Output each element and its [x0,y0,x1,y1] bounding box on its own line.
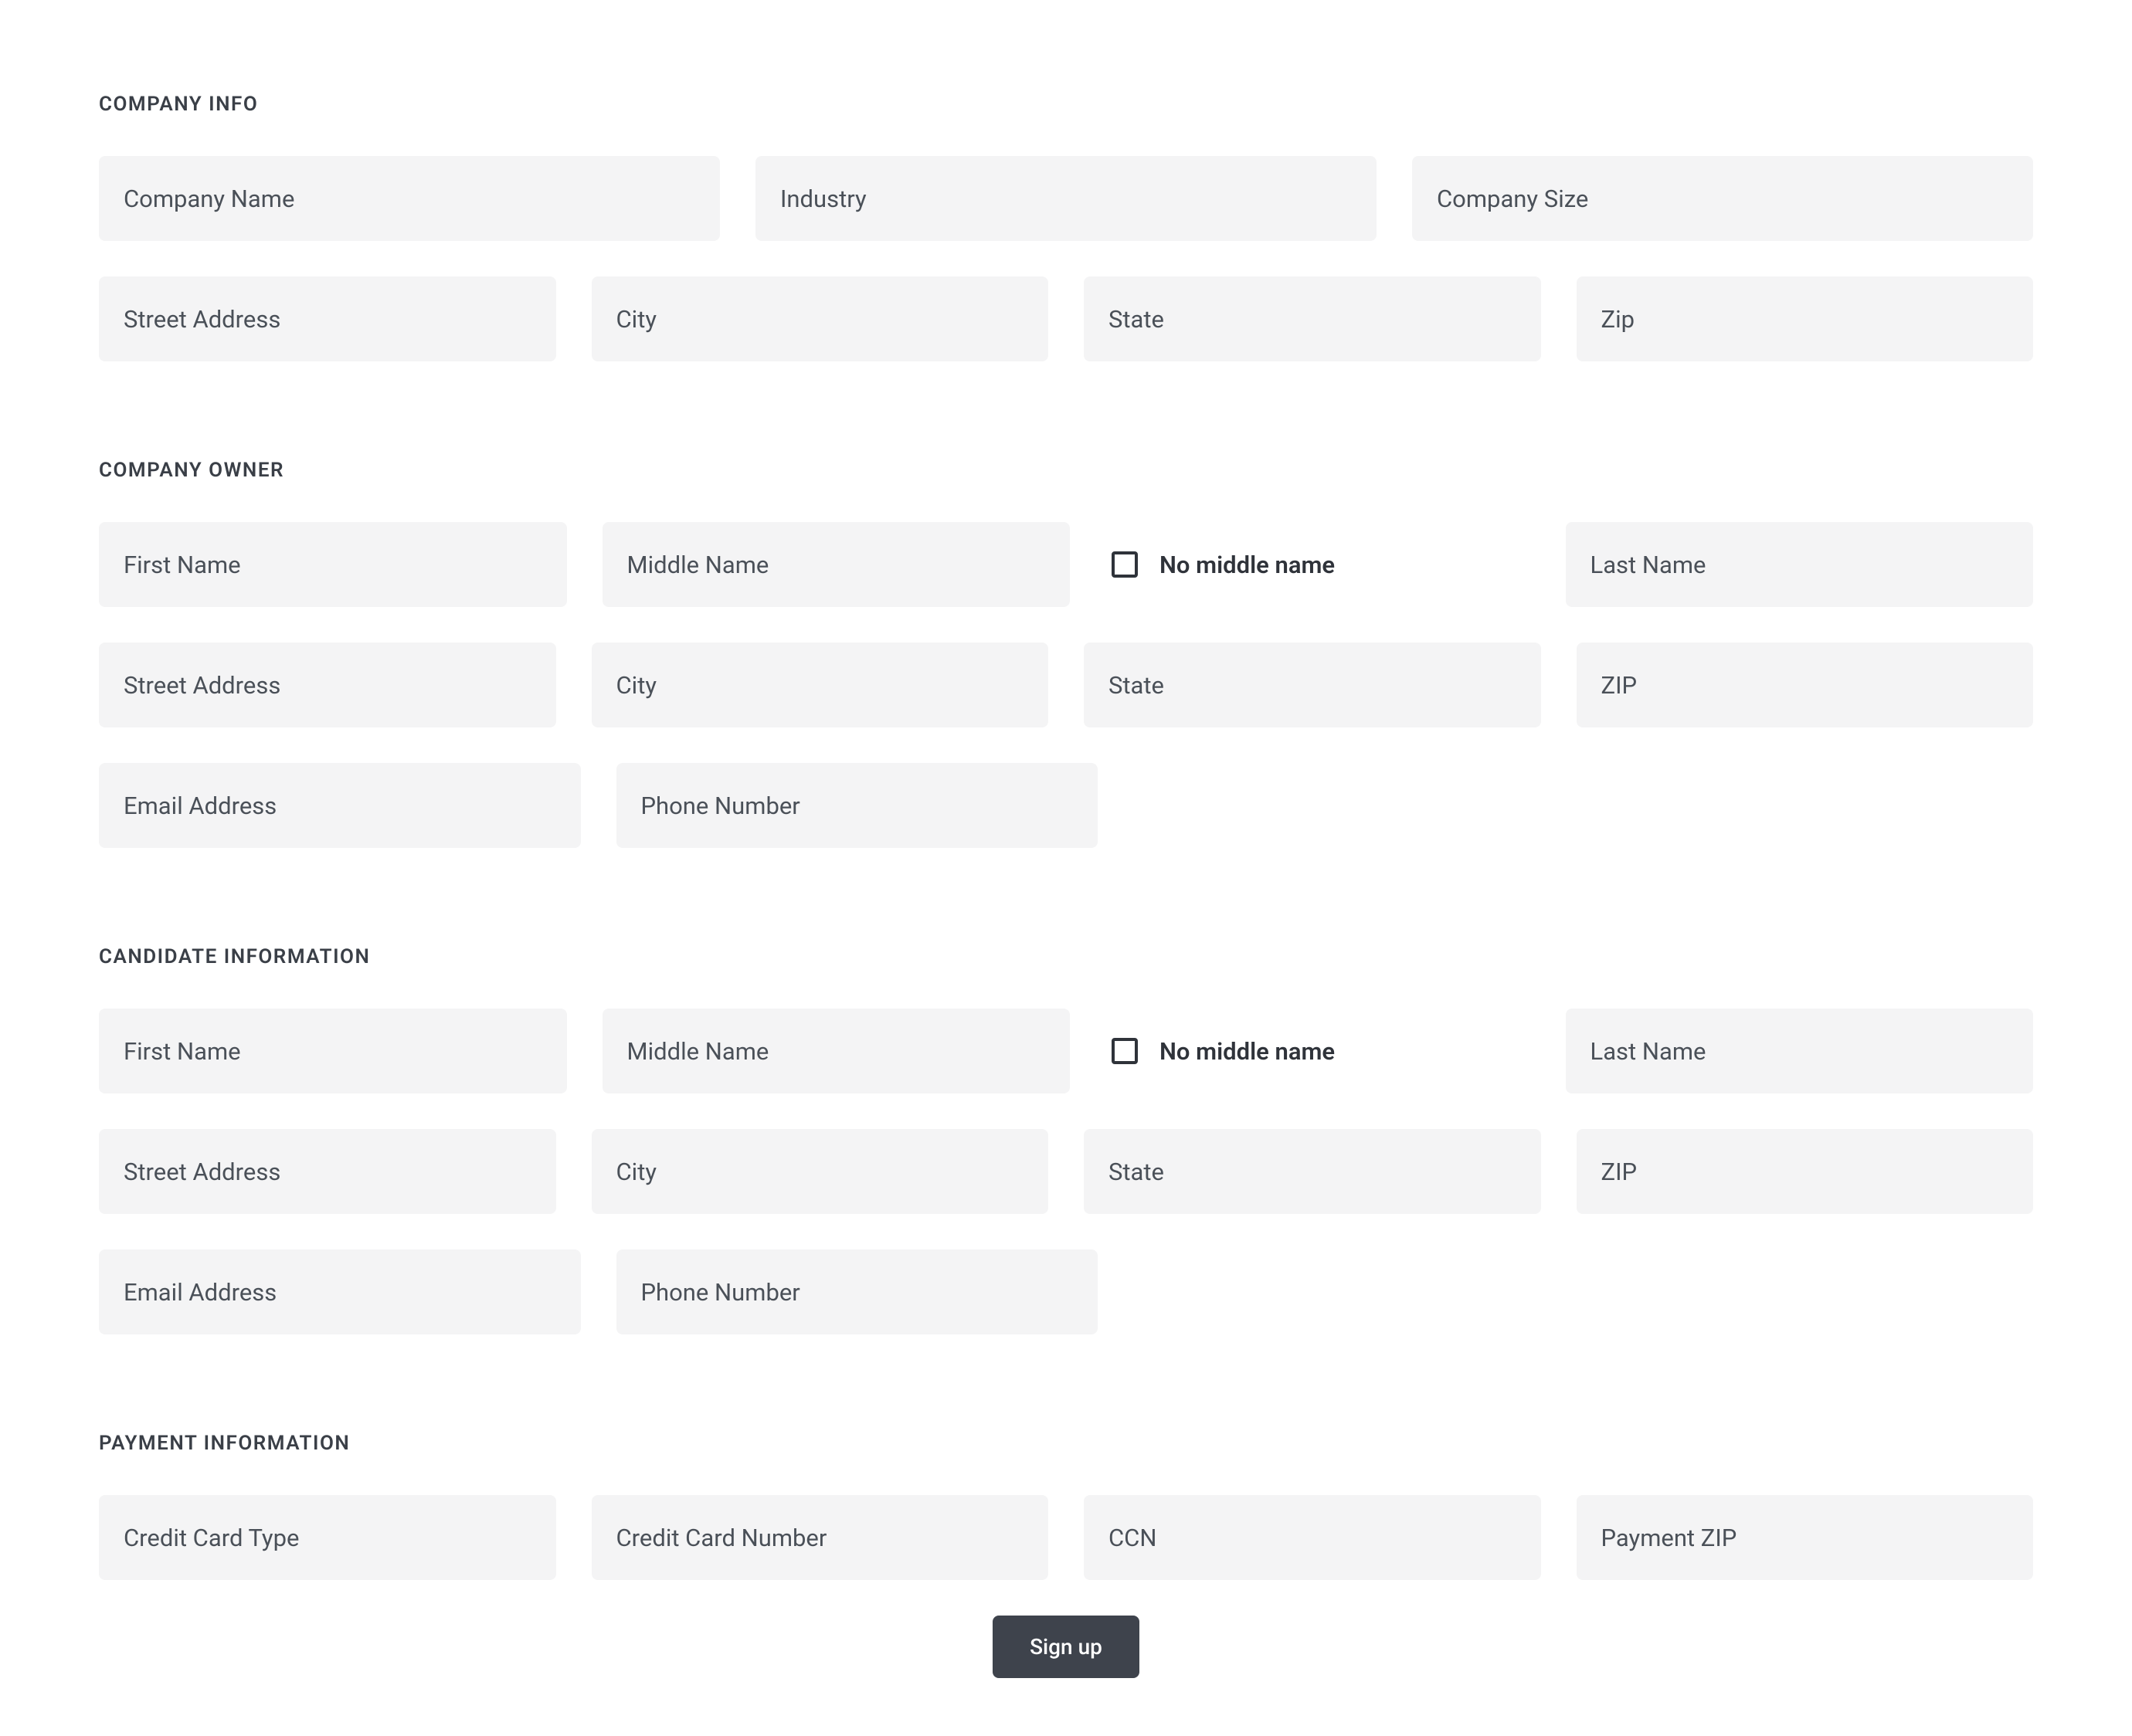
owner-middle-name-field[interactable] [603,522,1071,607]
company-street-address-field[interactable] [99,276,556,361]
card-number-field[interactable] [592,1495,1049,1580]
candidate-email-field[interactable] [99,1249,581,1334]
owner-zip-field[interactable] [1577,643,2034,727]
company-name-field[interactable] [99,156,720,241]
owner-phone-field[interactable] [616,763,1098,848]
company-city-field[interactable] [592,276,1049,361]
candidate-no-middle-name-checkbox[interactable]: No middle name [1105,1009,1530,1093]
candidate-phone-field[interactable] [616,1249,1098,1334]
candidate-state-field[interactable] [1084,1129,1541,1214]
candidate-zip-field[interactable] [1577,1129,2034,1214]
industry-field[interactable] [755,156,1377,241]
section-header-company-info: COMPANY INFO [99,93,2033,116]
owner-no-middle-name-checkbox[interactable]: No middle name [1105,522,1530,607]
candidate-first-name-field[interactable] [99,1009,567,1093]
card-type-field[interactable] [99,1495,556,1580]
owner-state-field[interactable] [1084,643,1541,727]
company-state-field[interactable] [1084,276,1541,361]
checkbox-icon [1112,551,1138,578]
candidate-last-name-field[interactable] [1566,1009,2034,1093]
signup-button[interactable]: Sign up [993,1616,1139,1678]
ccn-field[interactable] [1084,1495,1541,1580]
owner-street-address-field[interactable] [99,643,556,727]
checkbox-icon [1112,1038,1138,1064]
owner-city-field[interactable] [592,643,1049,727]
owner-first-name-field[interactable] [99,522,567,607]
candidate-city-field[interactable] [592,1129,1049,1214]
payment-zip-field[interactable] [1577,1495,2034,1580]
section-header-company-owner: COMPANY OWNER [99,459,2033,482]
company-size-field[interactable] [1412,156,2033,241]
section-header-payment: PAYMENT INFORMATION [99,1432,2033,1455]
owner-email-field[interactable] [99,763,581,848]
owner-last-name-field[interactable] [1566,522,2034,607]
section-header-candidate: CANDIDATE INFORMATION [99,945,2033,968]
company-zip-field[interactable] [1577,276,2034,361]
owner-no-middle-name-label: No middle name [1159,551,1335,579]
candidate-street-address-field[interactable] [99,1129,556,1214]
candidate-middle-name-field[interactable] [603,1009,1071,1093]
candidate-no-middle-name-label: No middle name [1159,1037,1335,1066]
